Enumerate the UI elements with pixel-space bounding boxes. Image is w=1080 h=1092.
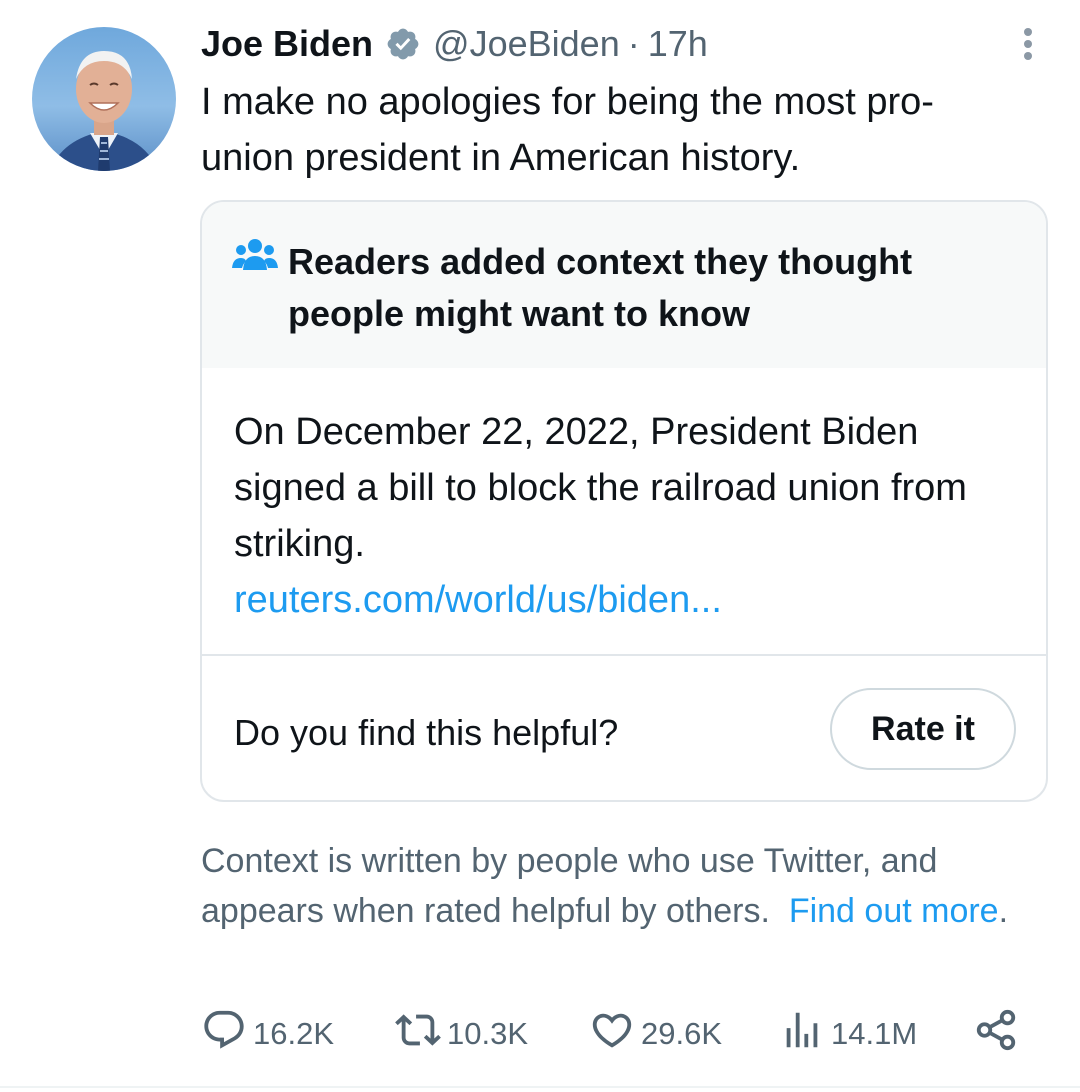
share-button[interactable] xyxy=(973,1006,1019,1062)
retweet-count: 10.3K xyxy=(447,1016,529,1051)
context-footer-end: . xyxy=(998,892,1009,930)
views-button[interactable]: 14.1M xyxy=(779,1006,917,1062)
find-out-more-link[interactable]: Find out more xyxy=(789,892,999,930)
display-name[interactable]: Joe Biden xyxy=(201,23,373,65)
timestamp[interactable]: 17h xyxy=(648,23,708,65)
reply-icon xyxy=(201,1007,247,1061)
context-footer: Context is written by people who use Twi… xyxy=(201,836,1041,936)
more-options-icon[interactable] xyxy=(1016,24,1040,64)
divider xyxy=(0,1086,1080,1088)
separator-dot: · xyxy=(627,23,640,64)
like-count: 29.6K xyxy=(641,1016,723,1051)
verified-badge-icon[interactable] xyxy=(385,26,421,62)
community-note-header: Readers added context they thought peopl… xyxy=(202,202,1046,368)
reply-count: 16.2K xyxy=(253,1016,335,1051)
tweet-text: I make no apologies for being the most p… xyxy=(201,81,934,179)
views-icon xyxy=(779,1007,825,1061)
community-note-body: On December 22, 2022, President Biden si… xyxy=(234,404,1024,628)
community-notes-icon xyxy=(232,236,278,276)
helpful-question: Do you find this helpful? xyxy=(234,712,619,753)
action-bar: 16.2K 10.3K 29.6K 14.1M xyxy=(201,1006,1031,1062)
community-note-title: Readers added context they thought peopl… xyxy=(288,241,913,334)
reply-button[interactable]: 16.2K xyxy=(201,1006,334,1062)
community-note-card: Readers added context they thought peopl… xyxy=(200,200,1048,802)
tweet: Joe Biden @JoeBiden · 17h I make no apol… xyxy=(0,0,1080,1092)
heart-icon xyxy=(589,1007,635,1061)
avatar[interactable] xyxy=(32,27,176,171)
community-note-text: On December 22, 2022, President Biden si… xyxy=(234,411,967,565)
rate-it-button[interactable]: Rate it xyxy=(830,688,1016,770)
like-button[interactable]: 29.6K xyxy=(589,1006,722,1062)
share-icon xyxy=(973,1007,1019,1061)
retweet-button[interactable]: 10.3K xyxy=(395,1006,528,1062)
divider xyxy=(202,654,1046,656)
views-count: 14.1M xyxy=(831,1016,918,1051)
source-link[interactable]: reuters.com/world/us/biden... xyxy=(234,572,1024,628)
user-handle[interactable]: @JoeBiden xyxy=(433,23,620,65)
retweet-icon xyxy=(395,1007,441,1061)
tweet-header: Joe Biden @JoeBiden · 17h xyxy=(201,20,708,68)
